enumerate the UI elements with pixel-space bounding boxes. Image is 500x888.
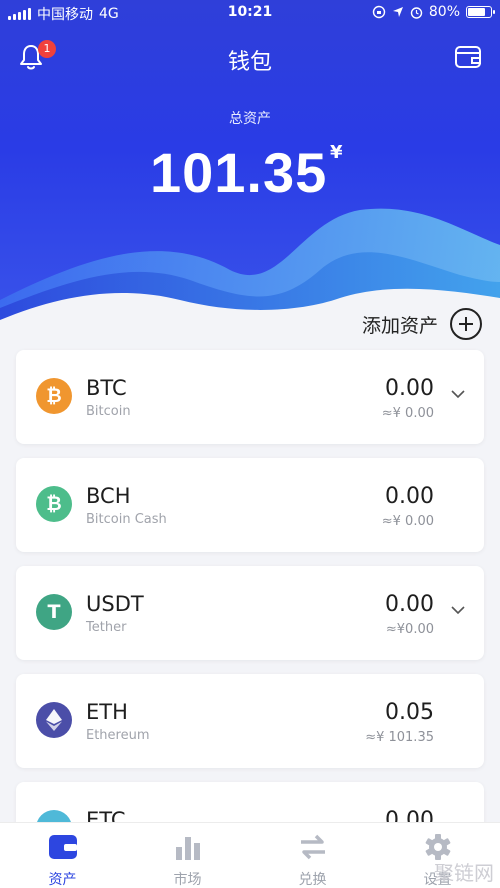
asset-amount: 0.00 bbox=[385, 484, 434, 509]
battery-fill bbox=[468, 8, 485, 16]
asset-name: Tether bbox=[86, 620, 127, 635]
bar-chart-icon bbox=[175, 837, 200, 860]
page-title: 钱包 bbox=[227, 50, 272, 75]
asset-card-bch[interactable]: ₿ BCH Bitcoin Cash 0.00 ≈¥ 0.00 bbox=[16, 458, 484, 552]
location-icon bbox=[392, 7, 403, 17]
chevron-down-icon[interactable] bbox=[450, 602, 466, 618]
bitcoin-icon: ₿ bbox=[36, 378, 72, 414]
asset-card-eth[interactable]: ETH Ethereum 0.05 ≈¥ 101.35 bbox=[16, 674, 484, 768]
asset-fiat-value: ≈¥ 0.00 bbox=[381, 514, 434, 529]
total-assets-value: 101.35 bbox=[150, 141, 328, 204]
asset-symbol: BCH bbox=[86, 484, 131, 508]
tab-market[interactable]: 市场 bbox=[125, 823, 250, 888]
tab-label: 兑换 bbox=[298, 872, 327, 888]
asset-name: Bitcoin Cash bbox=[86, 512, 167, 527]
asset-amount: 0.00 bbox=[385, 376, 434, 401]
battery-icon bbox=[466, 6, 495, 18]
asset-fiat-value: ≈¥0.00 bbox=[385, 622, 434, 637]
asset-symbol: ETH bbox=[86, 700, 128, 724]
alarm-icon bbox=[410, 6, 423, 19]
asset-symbol: USDT bbox=[86, 592, 144, 616]
wallet-icon bbox=[48, 835, 77, 859]
asset-card-btc[interactable]: ₿ BTC Bitcoin 0.00 ≈¥ 0.00 bbox=[16, 350, 484, 444]
asset-amount: 0.00 bbox=[385, 592, 434, 617]
asset-card-usdt[interactable]: T USDT Tether 0.00 ≈¥0.00 bbox=[16, 566, 484, 660]
status-bar: 中国移动 4G 10:21 80% bbox=[0, 0, 500, 28]
watermark-text: 聚链网 bbox=[434, 861, 494, 885]
add-asset-row[interactable]: 添加资产 bbox=[362, 308, 482, 340]
bottom-tab-bar: 资产 市场 兑换 设置 bbox=[0, 822, 500, 888]
total-assets-label: 总资产 bbox=[229, 111, 271, 127]
asset-fiat-value: ≈¥ 0.00 bbox=[381, 406, 434, 421]
bitcoin-cash-icon: ₿ bbox=[36, 486, 72, 522]
add-asset-label: 添加资产 bbox=[361, 314, 438, 337]
tab-exchange[interactable]: 兑换 bbox=[250, 823, 375, 888]
lock-rotation-icon bbox=[372, 5, 386, 19]
tab-label: 资产 bbox=[48, 872, 77, 888]
asset-amount: 0.05 bbox=[385, 700, 434, 725]
tab-label: 市场 bbox=[173, 872, 202, 888]
chevron-down-icon[interactable] bbox=[450, 386, 466, 402]
asset-fiat-value: ≈¥ 101.35 bbox=[365, 730, 434, 745]
tether-icon: T bbox=[36, 594, 72, 630]
asset-name: Ethereum bbox=[86, 728, 150, 743]
plus-icon[interactable] bbox=[450, 308, 482, 340]
currency-symbol: ¥ bbox=[330, 142, 343, 163]
asset-symbol: BTC bbox=[86, 376, 127, 400]
wallet-icon[interactable] bbox=[454, 44, 482, 70]
tab-assets[interactable]: 资产 bbox=[0, 823, 125, 888]
swap-arrows-icon bbox=[300, 834, 325, 860]
battery-percent: 80% bbox=[428, 4, 460, 20]
asset-name: Bitcoin bbox=[86, 404, 131, 419]
ethereum-icon bbox=[36, 702, 72, 738]
